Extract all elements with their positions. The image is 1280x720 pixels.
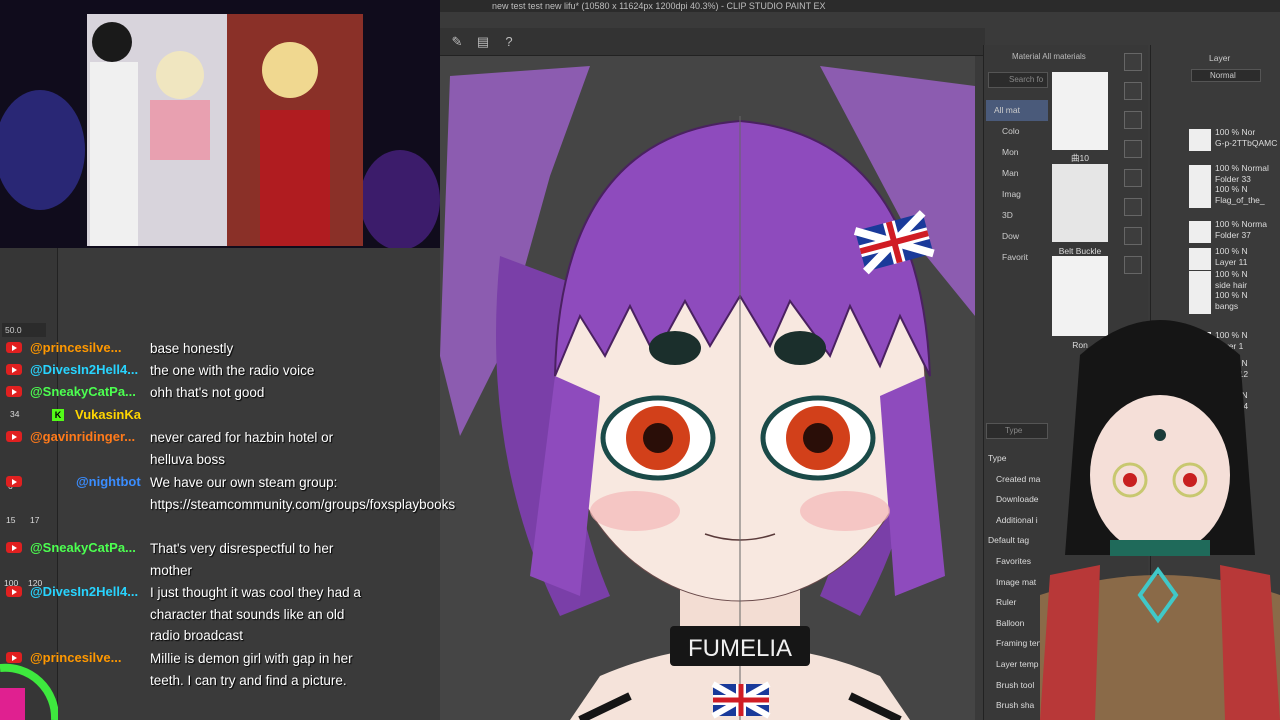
chat-overlay: @princesilve... base honestly @DivesIn2Hel… <box>0 338 456 720</box>
tree-item-3d[interactable]: 3D <box>986 205 1048 226</box>
webcam-image <box>0 0 440 248</box>
app-titlebar: new test test new lifu* (10580 x 11624px… <box>440 0 1280 12</box>
tree-item-all[interactable]: All mat <box>986 100 1048 121</box>
tree-item-mono[interactable]: Mon <box>986 142 1048 163</box>
layer-thumbnail <box>1189 186 1211 208</box>
bot-icon <box>6 476 22 487</box>
image-icon[interactable] <box>1124 227 1142 245</box>
image-icon[interactable] <box>1124 256 1142 274</box>
paste-icon[interactable] <box>1124 111 1142 129</box>
chat-username[interactable]: @SneakyCatPa... <box>30 384 142 399</box>
layer-name: Folder 37 <box>1215 230 1251 240</box>
pen-tool-icon[interactable]: ✎ <box>448 33 466 51</box>
webcam-feed <box>0 0 440 248</box>
document-icon[interactable]: ▤ <box>474 33 492 51</box>
layer-panel-title: Layer <box>1209 53 1231 63</box>
blend-mode-select[interactable]: Normal <box>1191 69 1261 82</box>
youtube-icon <box>6 586 22 597</box>
image-icon[interactable] <box>1124 198 1142 216</box>
chat-username[interactable]: @SneakyCatPa... <box>30 540 142 555</box>
type-search-input[interactable]: Type <box>986 423 1048 439</box>
zoom-value[interactable]: 50.0 <box>2 323 46 337</box>
layer-opacity: 100 % Nor <box>1215 127 1256 137</box>
layer-opacity: 100 % Normal <box>1215 163 1269 173</box>
image-icon[interactable] <box>1124 140 1142 158</box>
layer-row[interactable]: 100 % N Flag_of_the_ <box>1185 182 1280 212</box>
layer-name: Flag_of_the_ <box>1215 195 1265 205</box>
layer-opacity: 100 % N <box>1215 269 1248 279</box>
youtube-icon <box>6 342 22 353</box>
chat-text: ohh that's not good <box>150 385 265 400</box>
list-icon[interactable] <box>1124 82 1142 100</box>
material-thumb[interactable]: Belt Buckle <box>1052 164 1108 256</box>
layer-opacity: 100 % Norma <box>1215 219 1267 229</box>
chat-username[interactable]: @princesilve... <box>30 650 142 665</box>
layer-opacity: 100 % N <box>1215 184 1248 194</box>
app-title: new test test new lifu* (10580 x 11624px… <box>492 1 826 11</box>
layer-thumbnail <box>1189 221 1211 243</box>
tree-item-favorite[interactable]: Favorit <box>986 247 1048 268</box>
chat-username[interactable]: VukasinKa <box>75 407 187 422</box>
layer-opacity: 100 % N <box>1215 246 1248 256</box>
image-icon[interactable] <box>1124 169 1142 187</box>
character-artwork: FUMELIA <box>440 66 975 720</box>
tree-item-color[interactable]: Colo <box>986 121 1048 142</box>
layer-thumbnail <box>1189 129 1211 151</box>
chat-text: never cared for hazbin hotel or helluva … <box>150 430 334 467</box>
tree-item-image[interactable]: Imag <box>986 184 1048 205</box>
youtube-icon <box>6 386 22 397</box>
layer-row[interactable]: 100 % Norma Folder 37 <box>1185 217 1280 247</box>
material-thumb-label: Belt Buckle <box>1058 246 1102 256</box>
chat-username[interactable]: @DivesIn2Hell4... <box>30 584 142 599</box>
youtube-icon <box>6 542 22 553</box>
material-thumb[interactable]: 曲10 <box>1052 72 1108 163</box>
youtube-icon <box>6 652 22 663</box>
drawing-canvas[interactable]: FUMELIA <box>440 56 975 720</box>
collar-text: FUMELIA <box>688 635 792 662</box>
vtuber-avatar <box>1040 320 1280 720</box>
chat-text: We have our own steam group: https://ste… <box>150 475 456 512</box>
grid-icon[interactable] <box>1124 53 1142 71</box>
chat-text: the one with the radio voice <box>150 363 315 378</box>
chat-username[interactable]: @princesilve... <box>30 340 142 355</box>
layer-name: G-p-2TTbQAMC <box>1215 138 1278 148</box>
youtube-icon <box>6 364 22 375</box>
chat-username[interactable]: @gavinridinger... <box>30 429 142 444</box>
chat-text: base honestly <box>150 341 234 356</box>
youtube-icon <box>6 431 22 442</box>
stream-screen: new test test new lifu* (10580 x 11624px… <box>0 0 1280 720</box>
tree-item-download[interactable]: Dow <box>986 226 1048 247</box>
chat-text: Millie is demon girl with gap in her tee… <box>150 651 353 688</box>
canvas-toolbar: ✎ ▤ ? <box>440 28 985 56</box>
chat-text: I just thought it was cool they had a ch… <box>150 585 361 643</box>
layer-name: Layer 11 <box>1215 257 1248 267</box>
chat-username[interactable]: @DivesIn2Hell4... <box>30 362 142 377</box>
material-search-input[interactable]: Search fo <box>988 72 1048 88</box>
material-tree: All mat Colo Mon Man Imag 3D Dow Favorit <box>986 100 1048 268</box>
help-icon[interactable]: ? <box>500 33 518 51</box>
material-thumb-label: 曲10 <box>1071 153 1089 163</box>
kick-icon: K <box>52 409 64 421</box>
layer-row[interactable]: 100 % Nor G-p-2TTbQAMC <box>1185 125 1280 155</box>
material-side-tools <box>1124 53 1146 285</box>
chat-text: That's very disrespectful to her mother <box>150 541 334 578</box>
tree-item-manga[interactable]: Man <box>986 163 1048 184</box>
